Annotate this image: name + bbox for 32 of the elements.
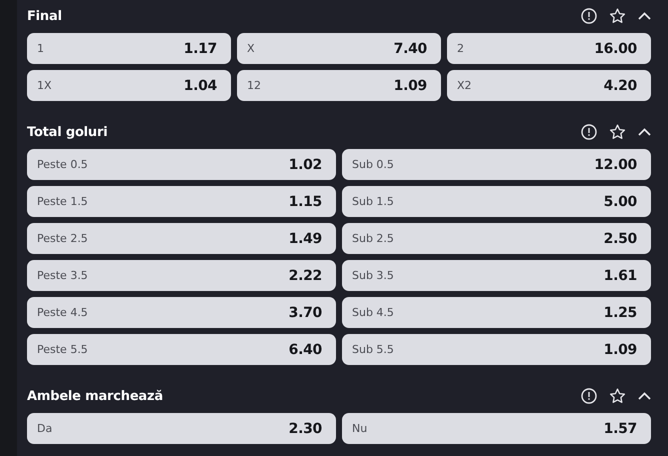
odds-button[interactable]: 12 1.09 — [237, 70, 441, 101]
market-title: Ambele marchează — [27, 388, 164, 404]
odds-button[interactable]: 1 1.17 — [27, 33, 231, 64]
odds-button[interactable]: X2 4.20 — [447, 70, 651, 101]
odds-button[interactable]: Sub 0.5 12.00 — [342, 149, 651, 180]
odds-button[interactable]: Peste 5.5 6.40 — [27, 334, 336, 365]
star-icon[interactable] — [609, 8, 626, 24]
chevron-up-icon[interactable] — [638, 392, 651, 400]
chevron-up-icon[interactable] — [638, 128, 651, 136]
odds-button[interactable]: Da 2.30 — [27, 413, 336, 444]
odds-button[interactable]: Sub 2.5 2.50 — [342, 223, 651, 254]
info-icon[interactable] — [581, 388, 597, 404]
star-icon[interactable] — [609, 388, 626, 404]
chevron-up-icon[interactable] — [638, 12, 651, 20]
odds-button[interactable]: X 7.40 — [237, 33, 441, 64]
info-icon[interactable] — [581, 124, 597, 140]
odds-button[interactable]: 2 16.00 — [447, 33, 651, 64]
info-icon[interactable] — [581, 8, 597, 24]
odds-button[interactable]: Sub 4.5 1.25 — [342, 297, 651, 328]
odds-button[interactable]: Sub 5.5 1.09 — [342, 334, 651, 365]
market-title: Total goluri — [27, 124, 108, 140]
star-icon[interactable] — [609, 124, 626, 140]
odds-button[interactable]: Peste 1.5 1.15 — [27, 186, 336, 217]
odds-button[interactable]: Peste 3.5 2.22 — [27, 260, 336, 291]
odds-button[interactable]: 1X 1.04 — [27, 70, 231, 101]
odds-button[interactable]: Peste 0.5 1.02 — [27, 149, 336, 180]
odds-button[interactable]: Peste 4.5 3.70 — [27, 297, 336, 328]
odds-button[interactable]: Peste 2.5 1.49 — [27, 223, 336, 254]
odds-button[interactable]: Nu 1.57 — [342, 413, 651, 444]
odds-button[interactable]: Sub 1.5 5.00 — [342, 186, 651, 217]
market-title: Final — [27, 8, 63, 24]
odds-button[interactable]: Sub 3.5 1.61 — [342, 260, 651, 291]
